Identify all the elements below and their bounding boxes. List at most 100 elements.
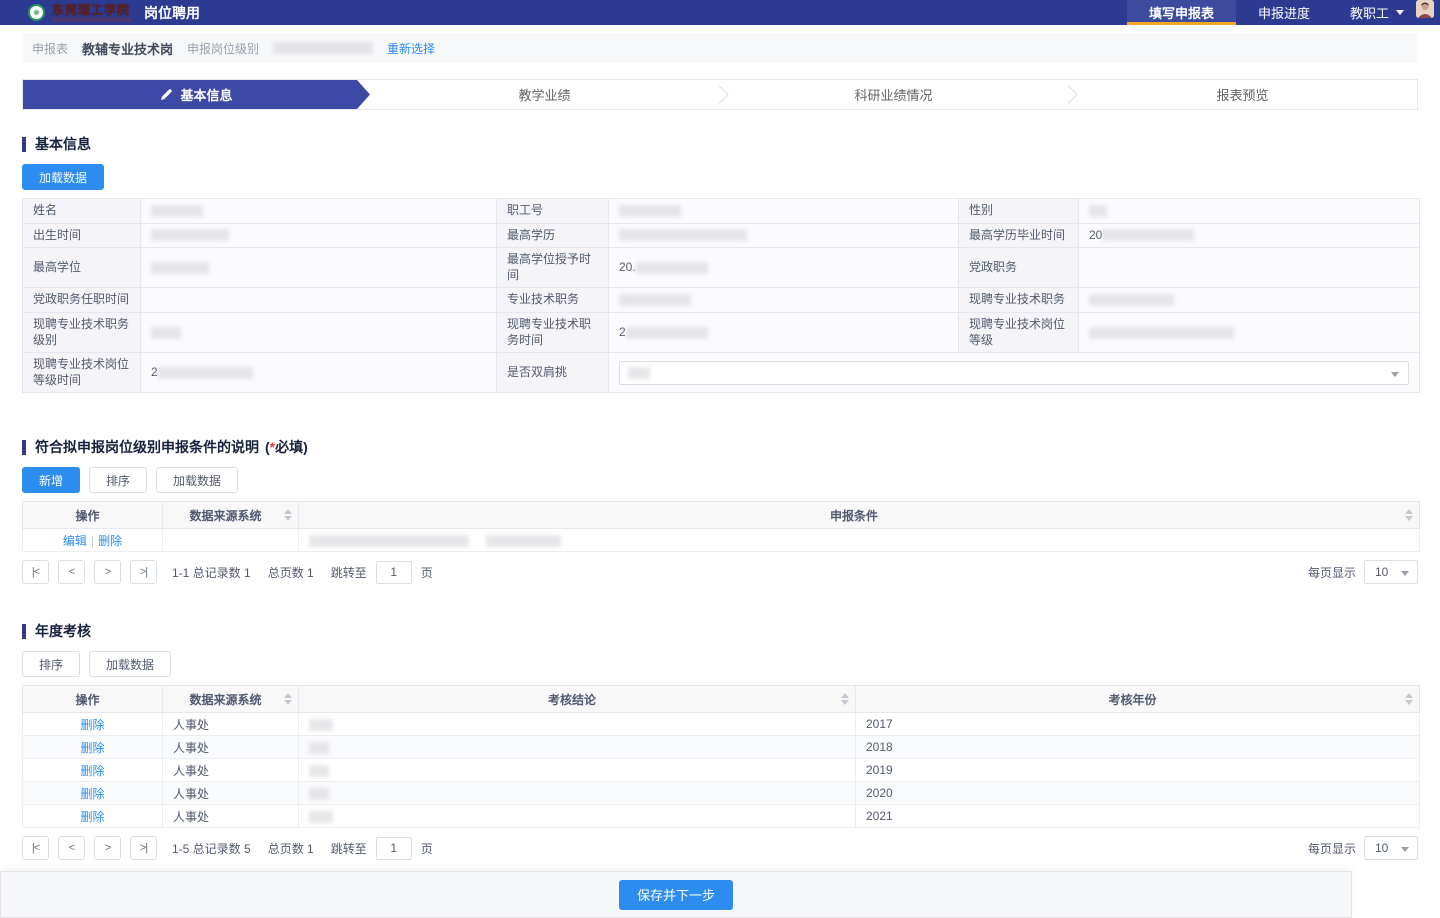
field-value-redacted: [619, 205, 681, 217]
sort-icon[interactable]: [1405, 693, 1413, 705]
next-page-button[interactable]: >: [94, 560, 121, 584]
conclusion-redacted: [309, 719, 333, 731]
jump-page-input[interactable]: [376, 561, 412, 584]
next-page-button[interactable]: >: [94, 836, 121, 860]
table-row: 删除人事处2019: [23, 759, 1420, 782]
condition-text-redacted: [309, 535, 469, 547]
table-row: 删除人事处2017: [23, 713, 1420, 736]
field-value: [141, 223, 497, 248]
column-header-op: 操作: [23, 686, 163, 713]
university-name: 东莞理工学院: [52, 4, 132, 16]
per-page-select[interactable]: 10: [1364, 836, 1418, 860]
footer-bar: 保存并下一步: [0, 871, 1352, 918]
field-label: 现聘专业技术职务时间: [497, 312, 609, 352]
table-row: 编辑|删除: [23, 529, 1420, 552]
tab-teaching[interactable]: 教学业绩: [370, 80, 719, 109]
per-page-value: 10: [1375, 565, 1388, 579]
field-label: 最高学位授予时间: [497, 248, 609, 288]
required-note-text: 必填): [275, 439, 308, 455]
load-data-button[interactable]: 加载数据: [22, 164, 104, 190]
delete-link[interactable]: 删除: [98, 534, 122, 548]
reselect-link[interactable]: 重新选择: [387, 40, 435, 57]
sort-icon[interactable]: [284, 509, 292, 521]
form-row: 姓名职工号性别: [23, 199, 1420, 224]
delete-link[interactable]: 删除: [80, 718, 104, 732]
field-value-redacted: [151, 327, 181, 339]
chevron-down-icon: [1396, 10, 1404, 15]
dual-role-select[interactable]: [619, 361, 1409, 385]
load-data-button[interactable]: 加载数据: [156, 467, 238, 493]
field-label: 党政职务任职时间: [23, 288, 141, 313]
delete-link[interactable]: 删除: [80, 741, 104, 755]
column-header-source: 数据来源系统: [163, 686, 299, 713]
conditions-table: 操作 数据来源系统 申报条件 编辑|删除: [22, 501, 1420, 552]
last-page-button[interactable]: >|: [130, 560, 157, 584]
load-data-button[interactable]: 加载数据: [89, 651, 171, 677]
edit-link[interactable]: 编辑: [63, 534, 87, 548]
conclusion-cell: [299, 782, 856, 805]
conclusion-cell: [299, 759, 856, 782]
basic-info-grid: 姓名职工号性别出生时间最高学历最高学历毕业时间20最高学位最高学位授予时间20.…: [22, 198, 1420, 393]
conclusion-redacted: [309, 811, 333, 823]
section-title-conditions: 符合拟申报岗位级别申报条件的说明 (*必填): [22, 437, 1418, 457]
tab-basic-info[interactable]: 基本信息: [23, 80, 370, 109]
first-page-button[interactable]: |<: [22, 836, 49, 860]
conclusion-redacted: [309, 765, 329, 777]
field-value: [141, 312, 497, 352]
field-label: 现聘专业技术岗位等级: [959, 312, 1079, 352]
field-label: 专业技术职务: [497, 288, 609, 313]
field-value-redacted: [158, 367, 253, 379]
field-label: 党政职务: [959, 248, 1079, 288]
field-value: [141, 248, 497, 288]
sort-icon[interactable]: [1405, 509, 1413, 521]
field-value: [1079, 199, 1420, 224]
field-value: [609, 288, 959, 313]
top-nav: 填写申报表 申报进度 教职工: [1127, 0, 1440, 25]
user-menu[interactable]: 教职工: [1332, 0, 1416, 25]
source-cell: 人事处: [163, 736, 299, 759]
sort-button[interactable]: 排序: [89, 467, 147, 493]
user-role-label: 教职工: [1350, 3, 1389, 22]
sort-icon[interactable]: [284, 693, 292, 705]
step-tabs: 基本信息 教学业绩 科研业绩情况 报表预览: [22, 79, 1418, 110]
conclusion-redacted: [309, 742, 329, 754]
form-row: 现聘专业技术岗位等级时间2是否双肩挑: [23, 353, 1420, 393]
conclusion-cell: [299, 805, 856, 828]
field-value-redacted: [628, 367, 650, 379]
column-header-year: 考核年份: [856, 686, 1420, 713]
field-label: 职工号: [497, 199, 609, 224]
prev-page-button[interactable]: <: [58, 836, 85, 860]
field-value-redacted: [619, 229, 747, 241]
jump-page-input[interactable]: [376, 837, 412, 860]
delete-link[interactable]: 删除: [80, 764, 104, 778]
source-cell: 人事处: [163, 805, 299, 828]
sort-icon[interactable]: [841, 693, 849, 705]
avatar[interactable]: [1416, 0, 1434, 18]
per-page-value: 10: [1375, 841, 1388, 855]
field-label: 现聘专业技术岗位等级时间: [23, 353, 141, 393]
chevron-down-icon: [1391, 372, 1399, 377]
field-label: 现聘专业技术职务级别: [23, 312, 141, 352]
field-label: 最高学历: [497, 223, 609, 248]
nav-tab-fill-form[interactable]: 填写申报表: [1127, 0, 1236, 25]
add-button[interactable]: 新增: [22, 467, 80, 493]
last-page-button[interactable]: >|: [130, 836, 157, 860]
tab-research[interactable]: 科研业绩情况: [719, 80, 1068, 109]
delete-link[interactable]: 删除: [80, 810, 104, 824]
chevron-down-icon: [1401, 571, 1409, 576]
source-cell: 人事处: [163, 759, 299, 782]
field-value-redacted: [151, 229, 229, 241]
delete-link[interactable]: 删除: [80, 787, 104, 801]
first-page-button[interactable]: |<: [22, 560, 49, 584]
page-unit: 页: [421, 564, 433, 581]
conditions-pagination: |< < > >| 1-1 总记录数 1 总页数 1 跳转至 页 每页显示 10: [22, 557, 1418, 587]
condition-cell: [299, 529, 1420, 552]
sort-button[interactable]: 排序: [22, 651, 80, 677]
per-page-select[interactable]: 10: [1364, 560, 1418, 584]
save-and-next-button[interactable]: 保存并下一步: [619, 880, 733, 910]
university-logo-icon: [28, 4, 45, 21]
prev-page-button[interactable]: <: [58, 560, 85, 584]
tab-report-preview[interactable]: 报表预览: [1068, 80, 1417, 109]
nav-tab-progress[interactable]: 申报进度: [1236, 0, 1332, 25]
field-value: 20.: [609, 248, 959, 288]
